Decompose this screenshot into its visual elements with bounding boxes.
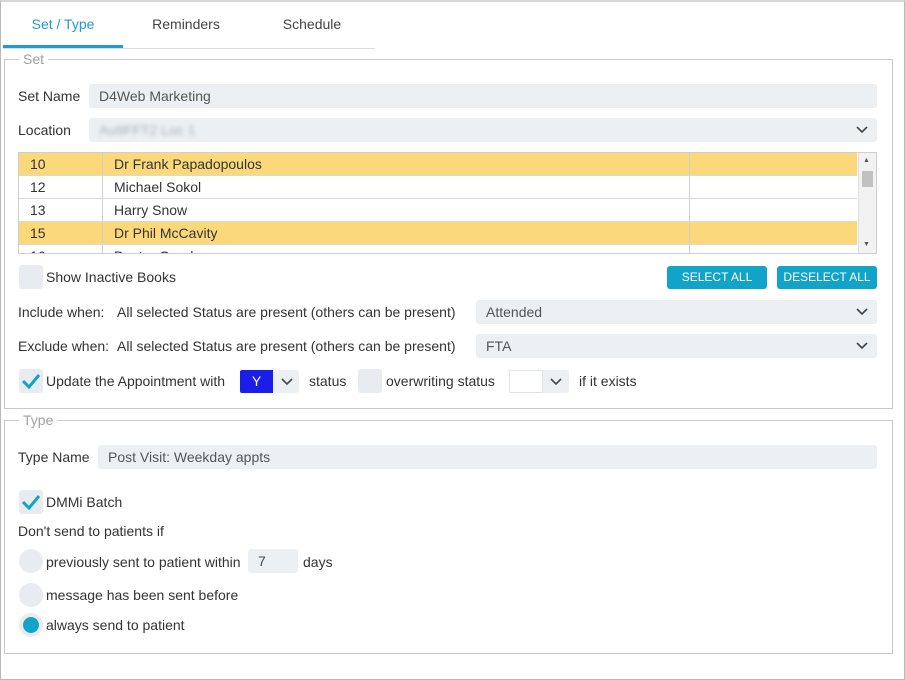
show-inactive-checkbox[interactable] <box>19 265 43 289</box>
update-status-select[interactable]: Y <box>240 370 299 393</box>
book-extra <box>690 245 857 253</box>
chevron-down-icon <box>276 370 298 393</box>
book-name: Harry Snow <box>103 199 690 221</box>
exclude-rule: All selected Status are present (others … <box>117 338 456 354</box>
scroll-thumb[interactable] <box>862 171 873 187</box>
books-list[interactable]: 10 Dr Frank Papadopoulos 12 Michael Soko… <box>18 152 877 254</box>
radio-sent-before[interactable] <box>19 583 43 607</box>
list-scrollbar[interactable]: ▲ ▼ <box>858 153 876 253</box>
checkmark-icon <box>21 495 41 510</box>
type-name-label: Type Name <box>18 449 90 465</box>
book-extra <box>690 222 857 244</box>
book-extra <box>690 153 857 175</box>
deselect-all-button[interactable]: DESELECT ALL <box>777 266 877 289</box>
include-status-select[interactable]: Attended <box>476 300 877 324</box>
scroll-down-icon[interactable]: ▼ <box>863 241 870 249</box>
select-all-button[interactable]: SELECT ALL <box>667 266 767 289</box>
update-appointment-label: Update the Appointment with <box>46 373 226 389</box>
location-value: Au9FFT2 Loc 1 <box>99 122 196 138</box>
overwriting-status-select[interactable] <box>509 370 569 393</box>
book-id: 15 <box>19 222 103 244</box>
sent-before-label: message has been sent before <box>46 587 239 603</box>
days-label: days <box>303 554 333 570</box>
set-name-label: Set Name <box>18 88 81 104</box>
exclude-status-value: FTA <box>486 338 512 354</box>
table-row[interactable]: 16 Doctor Good <box>19 245 857 253</box>
tab-schedule[interactable]: Schedule <box>249 3 375 48</box>
chevron-down-icon <box>545 370 567 393</box>
set-name-input[interactable]: D4Web Marketing <box>89 84 877 108</box>
type-name-input[interactable]: Post Visit: Weekday appts <box>98 445 877 469</box>
dont-send-label: Don't send to patients if <box>18 523 164 539</box>
chevron-down-icon <box>855 334 869 358</box>
tab-set-type[interactable]: Set / Type <box>3 3 123 48</box>
exclude-status-select[interactable]: FTA <box>476 334 877 358</box>
table-row[interactable]: 10 Dr Frank Papadopoulos <box>19 153 857 176</box>
days-input[interactable]: 7 <box>248 549 298 573</box>
include-label: Include when: <box>18 304 105 320</box>
table-row[interactable]: 13 Harry Snow <box>19 199 857 222</box>
set-legend: Set <box>19 51 49 67</box>
include-status-value: Attended <box>486 304 543 320</box>
always-send-label: always send to patient <box>46 617 185 633</box>
exclude-label: Exclude when: <box>18 338 110 354</box>
tab-reminders[interactable]: Reminders <box>123 3 249 48</box>
overwriting-label: overwriting status <box>386 373 495 389</box>
book-name: Dr Phil McCavity <box>103 222 690 244</box>
book-extra <box>690 176 857 198</box>
book-id: 16 <box>19 245 103 253</box>
previously-sent-label: previously sent to patient within <box>46 554 241 570</box>
update-appointment-checkbox[interactable] <box>19 369 43 393</box>
status-label: status <box>309 373 347 389</box>
radio-previously-sent[interactable] <box>19 549 43 573</box>
update-status-value: Y <box>240 370 273 393</box>
book-name: Dr Frank Papadopoulos <box>103 153 690 175</box>
book-id: 12 <box>19 176 103 198</box>
radio-selected-dot <box>23 617 39 633</box>
overwriting-status-value <box>509 370 543 393</box>
book-id: 13 <box>19 199 103 221</box>
dmmi-batch-label: DMMi Batch <box>46 494 123 510</box>
show-inactive-label: Show Inactive Books <box>46 269 176 285</box>
location-label: Location <box>18 122 71 138</box>
table-row[interactable]: 15 Dr Phil McCavity <box>19 222 857 245</box>
location-select[interactable]: Au9FFT2 Loc 1 <box>89 118 877 142</box>
tab-bar: Set / Type Reminders Schedule <box>3 3 375 49</box>
table-row[interactable]: 12 Michael Sokol <box>19 176 857 199</box>
include-rule: All selected Status are present (others … <box>117 304 456 320</box>
type-legend: Type <box>19 412 58 428</box>
book-name: Doctor Good <box>103 245 690 253</box>
if-exists-label: if it exists <box>579 373 637 389</box>
radio-always-send[interactable] <box>19 613 43 637</box>
checkmark-icon <box>21 374 41 389</box>
book-id: 10 <box>19 153 103 175</box>
chevron-down-icon <box>855 300 869 324</box>
overwriting-checkbox[interactable] <box>358 369 382 393</box>
dmmi-batch-checkbox[interactable] <box>19 490 43 514</box>
scroll-up-icon[interactable]: ▲ <box>863 157 870 165</box>
book-name: Michael Sokol <box>103 176 690 198</box>
chevron-down-icon <box>855 118 869 142</box>
book-extra <box>690 199 857 221</box>
